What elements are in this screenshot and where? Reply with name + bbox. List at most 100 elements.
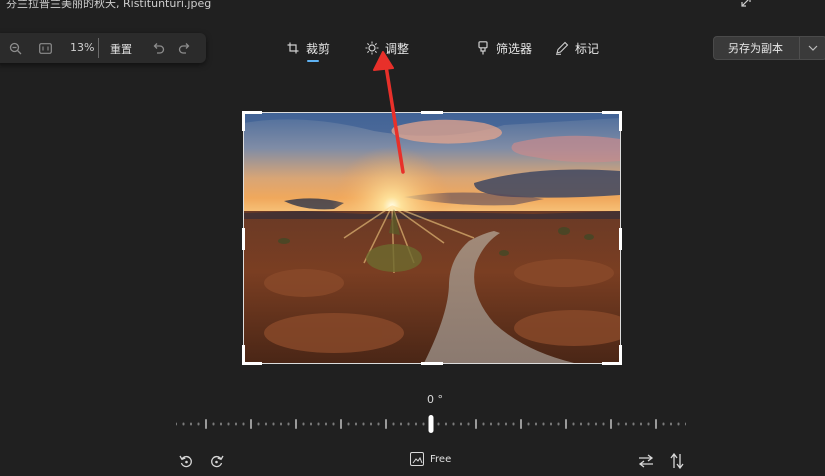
rotate-counterclockwise-icon[interactable] [176, 451, 196, 471]
ruler-minor-tick [257, 422, 260, 426]
tab-adjust[interactable]: 调整 [365, 38, 409, 58]
restore-icon[interactable] [740, 0, 754, 8]
tab-label: 裁剪 [306, 41, 331, 56]
ruler-minor-tick [400, 422, 402, 426]
ruler-minor-tick [422, 422, 425, 426]
ruler-minor-tick [392, 422, 395, 426]
flip-horizontal-icon[interactable] [636, 451, 656, 471]
ruler-minor-tick [617, 422, 620, 426]
flip-vertical-icon[interactable] [667, 451, 687, 471]
crop-icon [286, 41, 300, 55]
crop-handle-left[interactable] [242, 228, 245, 250]
ruler-minor-tick [670, 422, 672, 426]
ruler-minor-tick [362, 422, 365, 426]
ruler-minor-tick [182, 422, 185, 426]
tab-markup[interactable]: 标记 [555, 38, 599, 58]
selected-tab-indicator [307, 60, 319, 62]
ruler-minor-tick [280, 422, 282, 426]
ruler-major-tick [610, 419, 612, 429]
ruler-minor-tick [602, 422, 605, 426]
photo-canvas[interactable] [244, 113, 620, 363]
tab-label: 调整 [385, 41, 410, 56]
ruler-minor-tick [176, 422, 177, 426]
ruler-minor-tick [265, 422, 267, 426]
ruler-minor-tick [467, 422, 470, 426]
ruler-minor-tick [407, 422, 410, 426]
ruler-minor-tick [452, 422, 455, 426]
toolbar-divider [98, 38, 99, 58]
ruler-minor-tick [647, 422, 650, 426]
ruler-major-tick [250, 419, 252, 429]
ruler-minor-tick [535, 422, 537, 426]
zoom-percent: 13% [70, 41, 95, 54]
tab-filter[interactable]: 筛选器 [476, 38, 532, 58]
ruler-minor-tick [287, 422, 290, 426]
ruler-minor-tick [227, 422, 230, 426]
markup-pen-icon [555, 41, 569, 55]
ruler-minor-tick [347, 422, 350, 426]
save-as-copy-label: 另存为副本 [728, 42, 783, 55]
ruler-minor-tick [197, 422, 200, 426]
ruler-minor-tick [235, 422, 237, 426]
brightness-icon [365, 41, 379, 55]
ruler-minor-tick [212, 422, 215, 426]
ruler-minor-tick [190, 422, 192, 426]
ruler-minor-tick [490, 422, 492, 426]
window-title: 芬兰拉普兰美丽的秋天, Ristitunturi.jpeg [6, 0, 212, 10]
ruler-minor-tick [355, 422, 357, 426]
tab-label: 筛选器 [496, 41, 533, 56]
crop-handle-right[interactable] [619, 228, 622, 250]
tab-label: 标记 [575, 41, 600, 56]
ruler-minor-tick [437, 422, 440, 426]
reset-button[interactable]: 重置 [110, 41, 132, 57]
rotation-slider-thumb[interactable] [428, 415, 434, 433]
ruler-minor-tick [332, 422, 335, 426]
ruler-minor-tick [505, 422, 507, 426]
landscape-photo [244, 113, 620, 363]
ruler-minor-tick [557, 422, 560, 426]
zoom-toolbar: 13% 重置 [0, 33, 206, 63]
aspect-ratio-button[interactable]: Free [410, 452, 451, 466]
ruler-major-tick [475, 419, 477, 429]
crop-handle-bottom[interactable] [421, 362, 443, 365]
ruler-minor-tick [640, 422, 642, 426]
ruler-minor-tick [445, 422, 447, 426]
ruler-major-tick [340, 419, 342, 429]
ruler-major-tick [655, 419, 657, 429]
zoom-out-icon[interactable] [7, 40, 23, 56]
ruler-minor-tick [625, 422, 627, 426]
redo-icon[interactable] [176, 40, 192, 56]
crop-handle-top[interactable] [421, 111, 443, 114]
ruler-minor-tick [512, 422, 515, 426]
ruler-minor-tick [302, 422, 305, 426]
fit-to-window-icon[interactable] [37, 40, 53, 56]
ruler-minor-tick [595, 422, 597, 426]
crop-handle-top-right[interactable] [602, 111, 622, 131]
ruler-minor-tick [325, 422, 327, 426]
undo-icon[interactable] [150, 40, 166, 56]
ruler-minor-tick [662, 422, 665, 426]
crop-handle-bottom-right[interactable] [602, 345, 622, 365]
ruler-minor-tick [220, 422, 222, 426]
ruler-minor-tick [580, 422, 582, 426]
rotate-clockwise-icon[interactable] [206, 451, 226, 471]
crop-handle-top-left[interactable] [242, 111, 262, 131]
aspect-ratio-label: Free [430, 453, 452, 465]
tab-crop[interactable]: 裁剪 [286, 38, 330, 58]
ruler-minor-tick [272, 422, 275, 426]
ruler-minor-tick [415, 422, 417, 426]
rotation-ruler[interactable] [176, 414, 686, 436]
ruler-major-tick [295, 419, 297, 429]
ruler-major-tick [205, 419, 207, 429]
ruler-minor-tick [685, 422, 686, 426]
ruler-minor-tick [550, 422, 552, 426]
chevron-down-icon[interactable] [800, 45, 825, 51]
ruler-minor-tick [460, 422, 462, 426]
ruler-minor-tick [482, 422, 485, 426]
filter-icon [476, 41, 490, 55]
crop-handle-bottom-left[interactable] [242, 345, 262, 365]
ruler-minor-tick [527, 422, 530, 426]
ruler-minor-tick [370, 422, 372, 426]
ruler-minor-tick [310, 422, 312, 426]
save-as-copy-button[interactable]: 另存为副本 [713, 36, 825, 60]
